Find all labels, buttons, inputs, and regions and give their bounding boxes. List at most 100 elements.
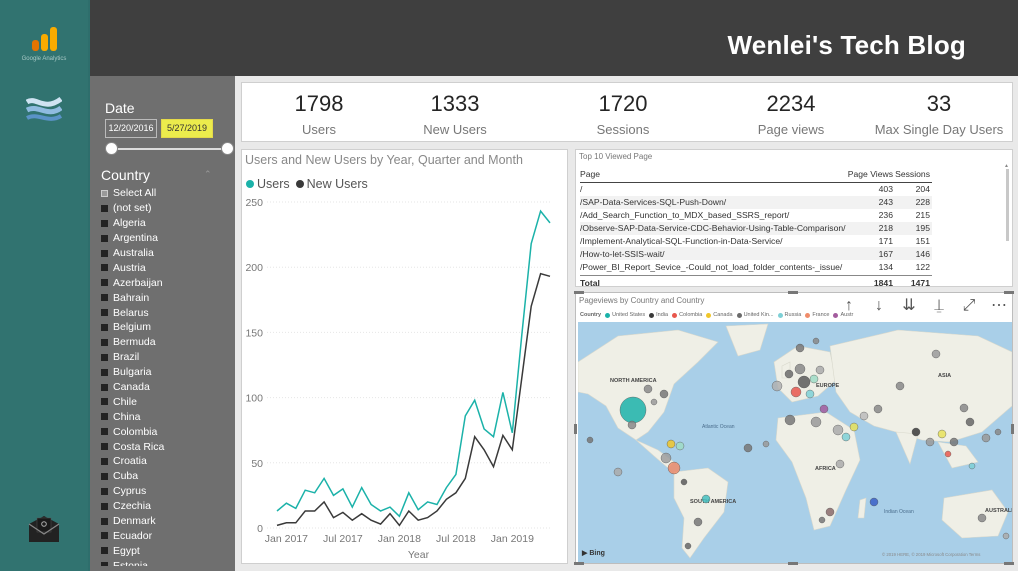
checkbox[interactable] <box>101 472 108 480</box>
map-bubble[interactable] <box>911 427 921 437</box>
checkbox[interactable] <box>101 249 108 257</box>
country-item[interactable]: Croatia <box>101 454 231 469</box>
checkbox[interactable] <box>101 189 108 197</box>
country-item[interactable]: China <box>101 409 231 424</box>
country-item[interactable]: Egypt <box>101 543 231 558</box>
table-row[interactable]: /Implement-Analytical-SQL-Function-in-Da… <box>580 235 932 248</box>
map-bubble[interactable] <box>762 440 770 448</box>
checkbox[interactable] <box>101 294 108 302</box>
legend-item-new-users[interactable]: New Users <box>295 177 368 191</box>
checkbox[interactable] <box>101 219 108 227</box>
map-bubble[interactable] <box>790 386 802 398</box>
column-header[interactable]: Sessions <box>893 169 930 179</box>
google-analytics-icon[interactable] <box>28 26 60 52</box>
checkbox[interactable] <box>101 457 108 465</box>
map-bubble[interactable] <box>675 441 685 451</box>
map-bubble[interactable] <box>1002 532 1010 540</box>
checkbox[interactable] <box>101 279 108 287</box>
map-bubble[interactable] <box>815 365 825 375</box>
date-range-end-handle[interactable] <box>221 142 234 155</box>
country-item[interactable]: Czechia <box>101 499 231 514</box>
map-bubble[interactable] <box>701 494 711 504</box>
country-item[interactable]: Austria <box>101 260 231 275</box>
date-start-input[interactable]: 12/20/2016 <box>105 119 157 138</box>
map-bubble[interactable] <box>869 497 879 507</box>
more-options-icon[interactable]: ⋯ <box>988 295 1010 317</box>
country-item[interactable]: Bahrain <box>101 290 231 305</box>
map-bubble[interactable] <box>944 450 952 458</box>
checkbox[interactable] <box>101 383 108 391</box>
resize-handle-bottom-right[interactable] <box>1004 562 1014 565</box>
country-item[interactable]: Belarus <box>101 305 231 320</box>
map-bubble[interactable] <box>794 363 806 375</box>
column-header[interactable]: Page Views <box>846 169 893 179</box>
map-legend-item[interactable]: Russia <box>777 312 801 318</box>
map-bubble[interactable] <box>784 369 794 379</box>
map-bubble[interactable] <box>965 417 975 427</box>
map-bubble[interactable] <box>627 420 637 430</box>
map-bubble[interactable] <box>613 467 623 477</box>
map-bubble[interactable] <box>693 517 703 527</box>
expand-all-icon[interactable]: ⇊ <box>898 295 920 317</box>
country-item[interactable]: Estonia <box>101 558 231 566</box>
country-item[interactable]: Bermuda <box>101 335 231 350</box>
map-bubble[interactable] <box>977 513 987 523</box>
map-bubble[interactable] <box>832 424 844 436</box>
mail-icon[interactable] <box>28 515 60 543</box>
map-bubble[interactable] <box>959 403 969 413</box>
map-card[interactable]: NORTH AMERICA EUROPE ASIA AFRICA SOUTH AMERI… <box>574 291 1014 565</box>
map-bubble[interactable] <box>835 459 845 469</box>
map-bubble[interactable] <box>660 452 672 464</box>
map-bubble[interactable] <box>931 349 941 359</box>
map-bubble[interactable] <box>849 422 859 432</box>
top-pages-table-card[interactable]: Top 10 Viewed Page Page Page Views Session… <box>575 149 1013 288</box>
map-bubble[interactable] <box>784 414 796 426</box>
resize-handle-right[interactable] <box>1011 424 1014 434</box>
checkbox[interactable] <box>101 309 108 317</box>
map-bubble[interactable] <box>859 411 869 421</box>
country-item[interactable]: Argentina <box>101 231 231 246</box>
date-range-start-handle[interactable] <box>105 142 118 155</box>
map-bubble[interactable] <box>795 343 805 353</box>
checkbox[interactable] <box>101 547 108 555</box>
country-select-all[interactable]: Select All <box>101 186 231 201</box>
map-legend-item[interactable]: India <box>649 312 668 318</box>
checkbox[interactable] <box>101 353 108 361</box>
resize-handle-left[interactable] <box>574 424 577 434</box>
map-bubble[interactable] <box>810 416 822 428</box>
table-row[interactable]: /Add_Search_Function_to_MDX_based_SSRS_r… <box>580 209 932 222</box>
checkbox[interactable] <box>101 398 108 406</box>
line-chart[interactable]: 0 50 100 150 200 250 Jan 2017 Jul 2017 Jan 2018 J… <box>242 150 569 565</box>
map-bubble[interactable] <box>797 375 811 389</box>
table-row[interactable]: / 403 204 <box>580 183 932 196</box>
date-range-track[interactable] <box>112 148 228 150</box>
table-row[interactable]: /How-to-let-SSIS-wait/167 146 <box>580 247 932 261</box>
checkbox[interactable] <box>101 264 108 272</box>
series-line-users[interactable] <box>276 209 551 518</box>
country-item[interactable]: Costa Rica <box>101 439 231 454</box>
country-item[interactable]: Cuba <box>101 469 231 484</box>
line-chart-card[interactable]: 0 50 100 150 200 250 Jan 2017 Jul 2017 Jan 2018 J… <box>241 149 568 564</box>
resize-handle-top-right[interactable] <box>1004 291 1014 294</box>
column-header[interactable]: Page <box>580 169 846 179</box>
country-item[interactable]: Colombia <box>101 424 231 439</box>
resize-handle-bottom[interactable] <box>788 562 798 565</box>
checkbox[interactable] <box>101 323 108 331</box>
map-bubble[interactable] <box>743 443 753 453</box>
map-bubble[interactable] <box>771 380 783 392</box>
chevron-up-icon[interactable]: ⌃ <box>204 169 212 180</box>
checkbox[interactable] <box>101 487 108 495</box>
map-bubble[interactable] <box>895 381 905 391</box>
resize-handle-bottom-left[interactable] <box>574 562 584 565</box>
country-list[interactable]: Select All (not set) Algeria Argentina Austr… <box>101 186 231 566</box>
map-bubble[interactable] <box>981 433 991 443</box>
map-bubble[interactable] <box>809 374 819 384</box>
country-item[interactable]: Belgium <box>101 320 231 335</box>
map-bubble[interactable] <box>643 384 653 394</box>
table-row[interactable]: /SAP-Data-Services-SQL-Push-Down/243 228 <box>580 195 932 209</box>
country-item[interactable]: (not set) <box>101 201 231 216</box>
checkbox[interactable] <box>101 368 108 376</box>
map-legend-item[interactable]: United Kin... <box>736 312 774 318</box>
map-legend-item[interactable]: United States <box>605 312 645 318</box>
map-bubble[interactable] <box>650 398 658 406</box>
